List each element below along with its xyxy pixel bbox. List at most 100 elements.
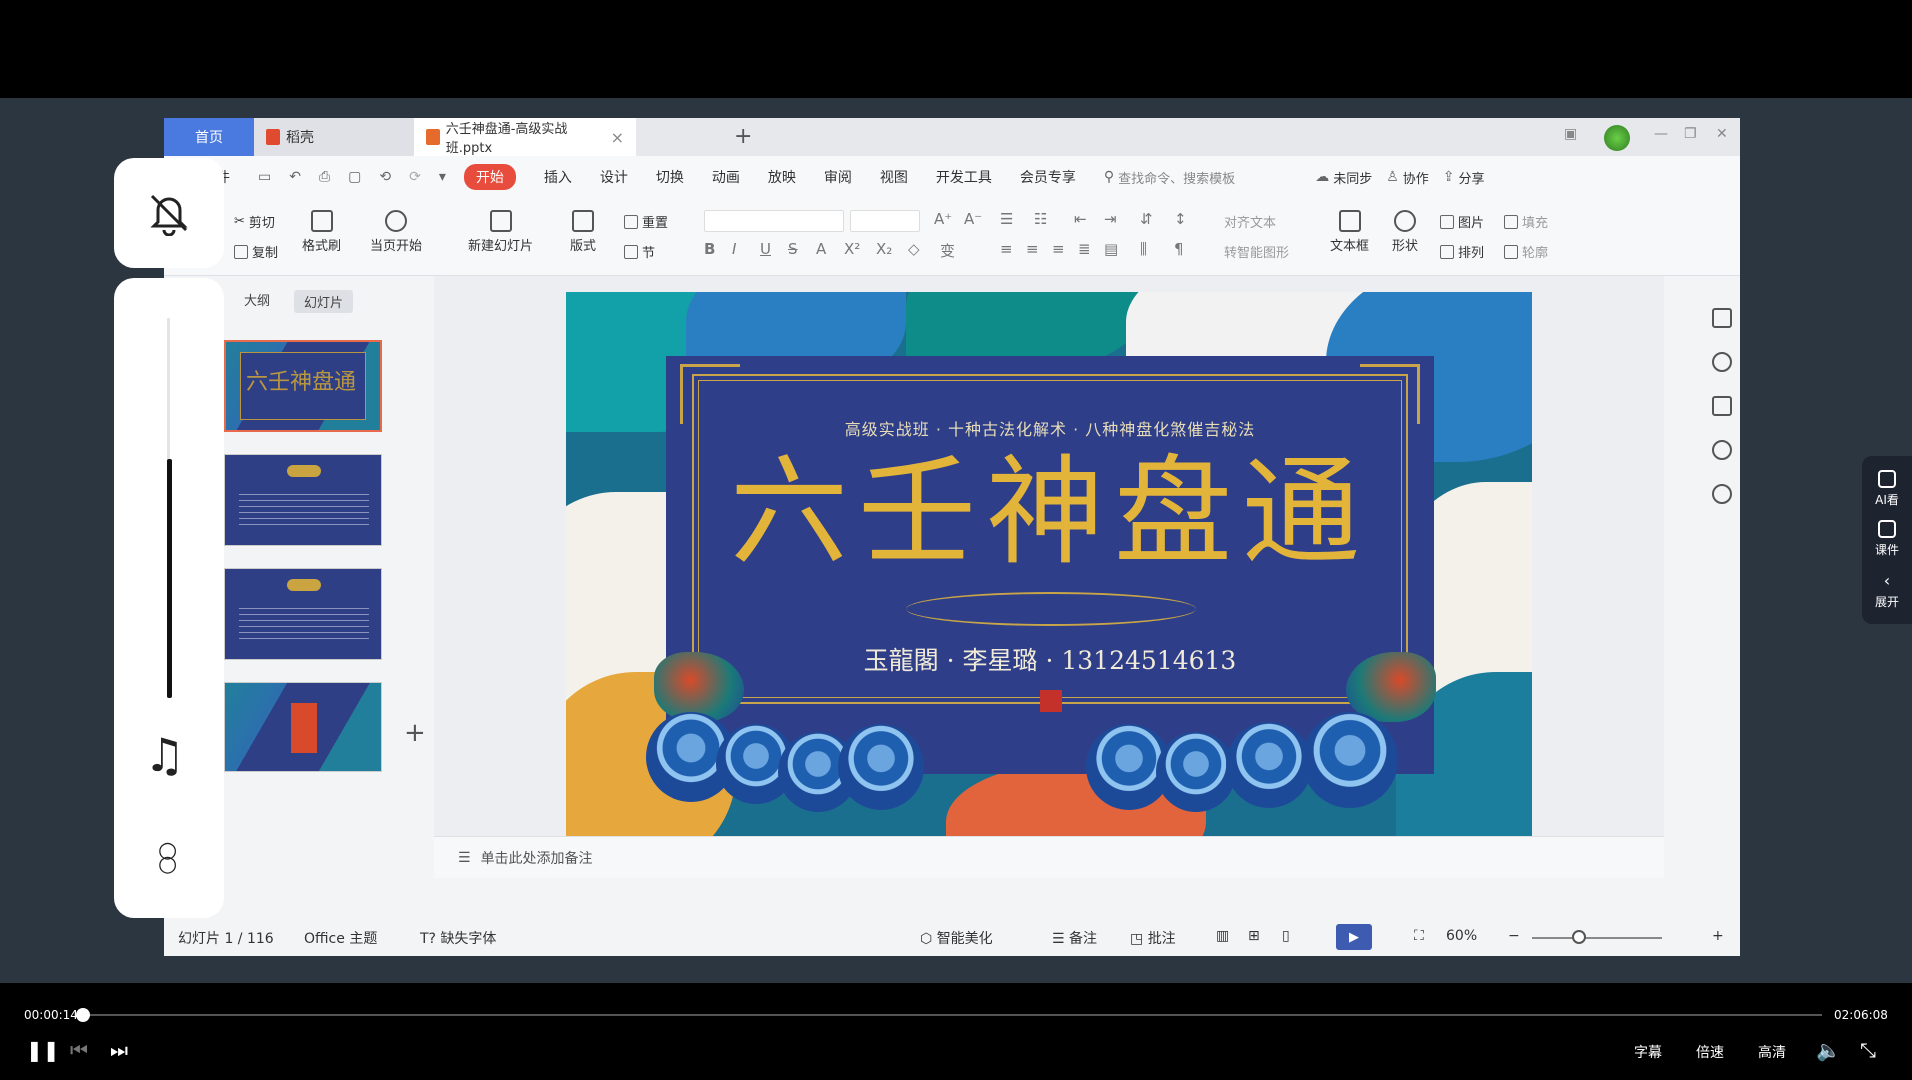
redo-icon[interactable]: ⟳ [409,169,421,185]
progress-knob[interactable] [76,1008,91,1022]
copy-button[interactable]: 复制 [234,242,278,261]
sync-status[interactable]: 未同步 [1333,168,1372,187]
clear-format-icon[interactable]: ◇ [908,240,920,258]
menu-member[interactable]: 会员专享 [1020,167,1076,187]
shape-button[interactable]: 形状 [1392,210,1418,254]
fill-button[interactable]: 填充 [1504,212,1548,231]
more-icon[interactable]: ○ ○ [158,840,177,876]
collaborate-button[interactable]: 协作 [1403,168,1429,187]
shrink-font-icon[interactable]: A⁻ [964,210,982,228]
outline-button[interactable]: 轮廓 [1504,242,1548,261]
theme-name[interactable]: Office 主题 [304,928,377,948]
volume-level[interactable] [167,458,172,698]
layout-button[interactable]: 版式 [570,210,596,254]
zoom-out-icon[interactable]: − [1508,928,1520,944]
restore-icon[interactable]: ❐ [1684,126,1697,142]
fit-icon[interactable]: ⛶ [1414,928,1424,944]
next-icon[interactable]: ⏭ [110,1038,128,1062]
mute-notification-button[interactable] [114,158,224,268]
pin-icon[interactable] [1712,352,1732,372]
notes-button[interactable]: ☰ 备注 [1052,928,1097,948]
notes-bar[interactable]: ☰ 单击此处添加备注 [434,836,1664,878]
undo2-icon[interactable]: ⟲ [379,169,391,185]
indent-decrease-icon[interactable]: ⇤ [1074,210,1087,228]
pause-icon[interactable]: ❚❚ [26,1038,60,1062]
menu-insert[interactable]: 插入 [544,167,572,187]
cut-button[interactable]: ✂ 剪切 [234,212,275,231]
tab-home[interactable]: 首页 [164,118,254,156]
normal-view-icon[interactable]: ▥ [1216,928,1229,944]
menu-design[interactable]: 设计 [600,167,628,187]
minimize-icon[interactable]: — [1654,126,1668,142]
subscript-icon[interactable]: X₂ [876,240,892,258]
zoom-knob[interactable] [1572,930,1586,944]
progress-bar[interactable] [80,1014,1822,1016]
command-search[interactable]: 查找命令、搜索模板 [1118,168,1235,187]
add-tab-icon[interactable]: + [734,124,752,149]
previous-icon[interactable]: ⏮ [70,1038,88,1062]
indent-increase-icon[interactable]: ⇥ [1104,210,1117,228]
subtitles-button[interactable]: 字幕 [1634,1042,1662,1062]
close-icon[interactable]: × [611,128,624,147]
bullet-list-icon[interactable]: ☰ [1000,210,1013,228]
char-spacing-icon[interactable]: 变 [940,240,955,261]
bold-icon[interactable]: B [704,240,715,258]
section-button[interactable]: 节 [624,242,655,261]
menu-transition[interactable]: 切换 [656,167,684,187]
avatar[interactable] [1604,125,1630,151]
slide-canvas[interactable]: 高级实战班 · 十种古法化解术 · 八种神盘化煞催吉秘法 六壬神盘通 玉龍閣 ·… [566,292,1532,836]
align-center-icon[interactable]: ≡ [1026,240,1039,258]
menu-review[interactable]: 审阅 [824,167,852,187]
textbox-button[interactable]: 文本框 [1330,210,1369,254]
justify-icon[interactable]: ≣ [1078,240,1091,258]
fullscreen-exit-icon[interactable]: ⤡ [1860,1038,1876,1062]
reading-view-icon[interactable]: ▯ [1282,928,1290,944]
align-left-icon[interactable]: ≡ [1000,240,1013,258]
menu-animation[interactable]: 动画 [712,167,740,187]
save-icon[interactable]: ▭ [258,169,271,185]
beautify-button[interactable]: ⬡ 智能美化 [920,928,993,948]
distribute-icon[interactable]: ▤ [1104,240,1118,258]
reset-button[interactable]: 重置 [624,212,668,231]
window-layout-icon[interactable]: ▣ [1564,126,1577,142]
smartart-button[interactable]: 转智能图形 [1224,242,1289,261]
new-slide-button[interactable]: 新建幻灯片 [468,210,533,254]
slide-thumbnail-3[interactable] [224,568,382,660]
courseware-button[interactable]: 课件 [1875,520,1899,558]
print-icon[interactable]: ⎙ [319,169,330,185]
add-slide-icon[interactable]: + [404,718,426,748]
close-window-icon[interactable]: ✕ [1716,126,1728,142]
missing-font-button[interactable]: T? 缺失字体 [420,928,496,948]
ai-view-button[interactable]: AI看 [1875,470,1899,508]
speed-button[interactable]: 倍速 [1696,1042,1724,1062]
font-name-select[interactable] [704,210,844,232]
zoom-level[interactable]: 60% [1446,928,1477,944]
share-button[interactable]: 分享 [1459,168,1485,187]
superscript-icon[interactable]: X² [844,240,860,258]
line-spacing-icon[interactable]: ↕ [1174,210,1187,228]
menu-slideshow[interactable]: 放映 [768,167,796,187]
text-direction-icon[interactable]: ⇵ [1140,210,1153,228]
menu-view[interactable]: 视图 [880,167,908,187]
picture-button[interactable]: 图片 [1440,212,1484,231]
paragraph-icon[interactable]: ¶ [1174,240,1184,258]
slide-thumbnail-1[interactable]: 六壬神盘通 [224,340,382,432]
quality-button[interactable]: 高清 [1758,1042,1786,1062]
grow-font-icon[interactable]: A⁺ [934,210,952,228]
menu-home[interactable]: 开始 [463,164,516,190]
font-size-select[interactable] [850,210,920,232]
menu-developer[interactable]: 开发工具 [936,167,992,187]
slideshow-play-button[interactable]: ▶ [1336,924,1372,950]
customize-icon[interactable]: ▾ [439,169,446,185]
font-color-icon[interactable]: A [816,240,826,258]
align-right-icon[interactable]: ≡ [1052,240,1065,258]
arrange-button[interactable]: 排列 [1440,242,1484,261]
tab-docer[interactable]: 稻壳 [254,118,414,156]
sorter-view-icon[interactable]: ⊞ [1248,928,1260,944]
italic-icon[interactable]: I [732,240,736,258]
strikethrough-icon[interactable]: S [788,240,798,258]
tab-slides[interactable]: 幻灯片 [294,290,354,313]
music-icon[interactable]: ♫ [144,728,185,782]
slides-icon[interactable] [1712,396,1732,416]
slide-thumbnail-4[interactable] [224,682,382,772]
